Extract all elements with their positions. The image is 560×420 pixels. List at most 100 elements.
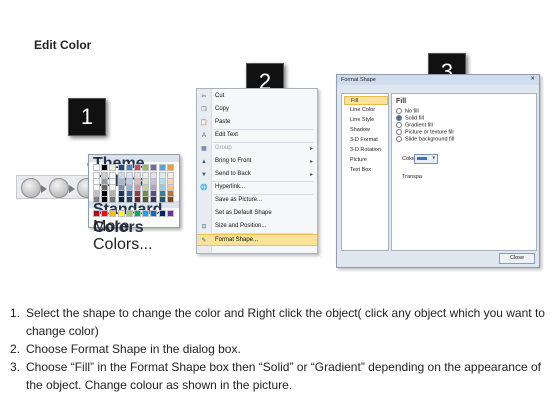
menu-item[interactable]: Save as Picture... (197, 195, 317, 207)
menu-item[interactable]: ✂ Cut (197, 91, 317, 103)
color-swatch[interactable] (125, 196, 133, 203)
color-swatch[interactable] (158, 164, 166, 171)
color-palette-popup: Theme Colors Standard Colors More Colors… (88, 154, 180, 253)
submenu-arrow-icon: ▸ (309, 172, 313, 178)
standard-color-swatch[interactable] (125, 210, 133, 217)
category-item[interactable]: Line Style (344, 116, 386, 125)
standard-color-swatch[interactable] (101, 210, 109, 217)
circle-shape[interactable] (49, 178, 69, 198)
standard-color-swatch[interactable] (93, 210, 100, 217)
menu-item-label: Paste (215, 119, 231, 125)
more-colors-link[interactable]: More Colors... (93, 218, 179, 254)
menu-item-label: Format Shape... (215, 237, 259, 243)
instruction-step: 2. Choose Format Shape in the dialog box. (10, 340, 555, 358)
color-swatch[interactable] (117, 196, 125, 203)
menu-item-label: Set as Default Shape (215, 210, 272, 216)
standard-color-swatch[interactable] (109, 210, 117, 217)
category-item[interactable]: Picture (344, 156, 386, 165)
step-text: Choose “Fill” in the Format Shape box th… (26, 360, 541, 392)
menu-item[interactable]: ▼ Send to Back ▸ (197, 169, 317, 181)
menu-item-label: Save as Picture... (215, 197, 263, 203)
fill-option-radio[interactable]: Slide background fill (396, 136, 454, 143)
fill-option-label: Gradient fill (405, 122, 433, 129)
radio-icon (396, 136, 402, 142)
bring-to-front-icon: ▲ (201, 159, 207, 165)
color-swatch[interactable] (142, 196, 150, 203)
fill-option-radio[interactable]: Picture or texture fill (396, 129, 454, 136)
step-text: Select the shape to change the color and… (26, 306, 545, 338)
category-item[interactable]: Shadow (344, 126, 386, 135)
standard-color-swatch[interactable] (150, 210, 158, 217)
color-swatch[interactable] (134, 164, 141, 171)
category-label: 3-D Format (350, 137, 378, 143)
color-swatch[interactable] (150, 164, 158, 171)
color-swatch[interactable] (109, 196, 117, 203)
standard-color-swatch[interactable] (134, 210, 141, 217)
menu-item-label: Hyperlink... (215, 184, 246, 190)
close-icon[interactable]: ✕ (530, 76, 535, 82)
fill-option-radio[interactable]: Solid fill (396, 115, 424, 122)
category-item[interactable]: Line Color (344, 106, 386, 115)
menu-item[interactable]: 📋 Paste (197, 117, 317, 129)
pane-heading: Fill (396, 98, 407, 105)
close-button[interactable]: Close (499, 253, 535, 264)
color-swatch[interactable] (109, 164, 117, 171)
color-picker-button[interactable]: ▾ (414, 154, 438, 164)
color-swatch[interactable] (125, 164, 133, 171)
send-to-back-icon: ▼ (201, 172, 207, 178)
menu-item[interactable]: 🌐 Hyperlink... (197, 182, 317, 194)
radio-icon (396, 108, 402, 114)
step-text: Choose Format Shape in the dialog box. (26, 342, 241, 356)
fill-option-label: Solid fill (405, 115, 424, 122)
menu-item[interactable]: ▲ Bring to Front ▸ (197, 156, 317, 168)
fill-option-radio[interactable]: No fill (396, 108, 419, 115)
transparency-label: Transpa (402, 174, 422, 180)
category-item[interactable]: Text Box (344, 166, 386, 175)
menu-item[interactable]: ✎ Format Shape... (197, 234, 317, 246)
group-icon: ▦ (201, 146, 207, 152)
menu-item[interactable]: Set as Default Shape (197, 208, 317, 220)
standard-color-swatch[interactable] (166, 210, 174, 217)
fill-option-label: Picture or texture fill (405, 129, 454, 136)
color-swatch[interactable] (158, 196, 166, 203)
color-swatch[interactable] (117, 164, 125, 171)
menu-item[interactable]: ❐ Copy (197, 104, 317, 116)
color-swatch[interactable] (166, 196, 174, 203)
page-title: Edit Color (34, 38, 92, 52)
color-swatch[interactable] (101, 196, 109, 203)
step-number: 3. (10, 360, 21, 374)
scissors-icon: ✂ (201, 94, 207, 100)
category-item[interactable]: 3-D Rotation (344, 146, 386, 155)
edit-text-icon: A (201, 133, 206, 139)
color-swatch (417, 157, 427, 160)
theme-colors-heading: Theme Colors (89, 155, 179, 190)
menu-item[interactable]: A Edit Text (197, 130, 317, 142)
category-label: Fill (351, 98, 359, 104)
color-swatch[interactable] (166, 164, 174, 171)
context-menu: ✂ Cut ❐ Copy 📋 Paste A Edit Text ▦ Group ▸ ▲ Bring t… (196, 88, 318, 254)
blank-icon (200, 210, 208, 218)
step-number: 1. (10, 306, 21, 320)
arrow-connector (69, 185, 75, 193)
radio-icon (396, 115, 402, 121)
category-item[interactable]: 3-D Format (344, 136, 386, 145)
color-swatch[interactable] (101, 164, 109, 171)
standard-color-swatch[interactable] (142, 210, 150, 217)
category-list: Fill Line Color Line Style Shadow 3-D Format… (341, 93, 389, 251)
category-label: Line Style (350, 117, 375, 123)
fill-option-radio[interactable]: Gradient fill (396, 122, 433, 129)
color-swatch[interactable] (142, 164, 150, 171)
color-swatch[interactable] (93, 196, 100, 203)
instruction-list: 1. Select the shape to change the color a… (10, 304, 555, 394)
color-swatch[interactable] (134, 196, 141, 203)
standard-color-swatch[interactable] (158, 210, 166, 217)
category-label: Shadow (350, 127, 370, 133)
circle-shape[interactable] (21, 178, 41, 198)
instruction-step: 3. Choose “Fill” in the Format Shape box … (10, 358, 555, 394)
menu-item[interactable]: ⊡ Size and Position... (197, 221, 317, 233)
category-item[interactable]: Fill (344, 96, 388, 105)
arrow-connector (41, 185, 47, 193)
color-swatch[interactable] (93, 164, 100, 171)
color-swatch[interactable] (150, 196, 158, 203)
standard-color-swatch[interactable] (117, 210, 125, 217)
